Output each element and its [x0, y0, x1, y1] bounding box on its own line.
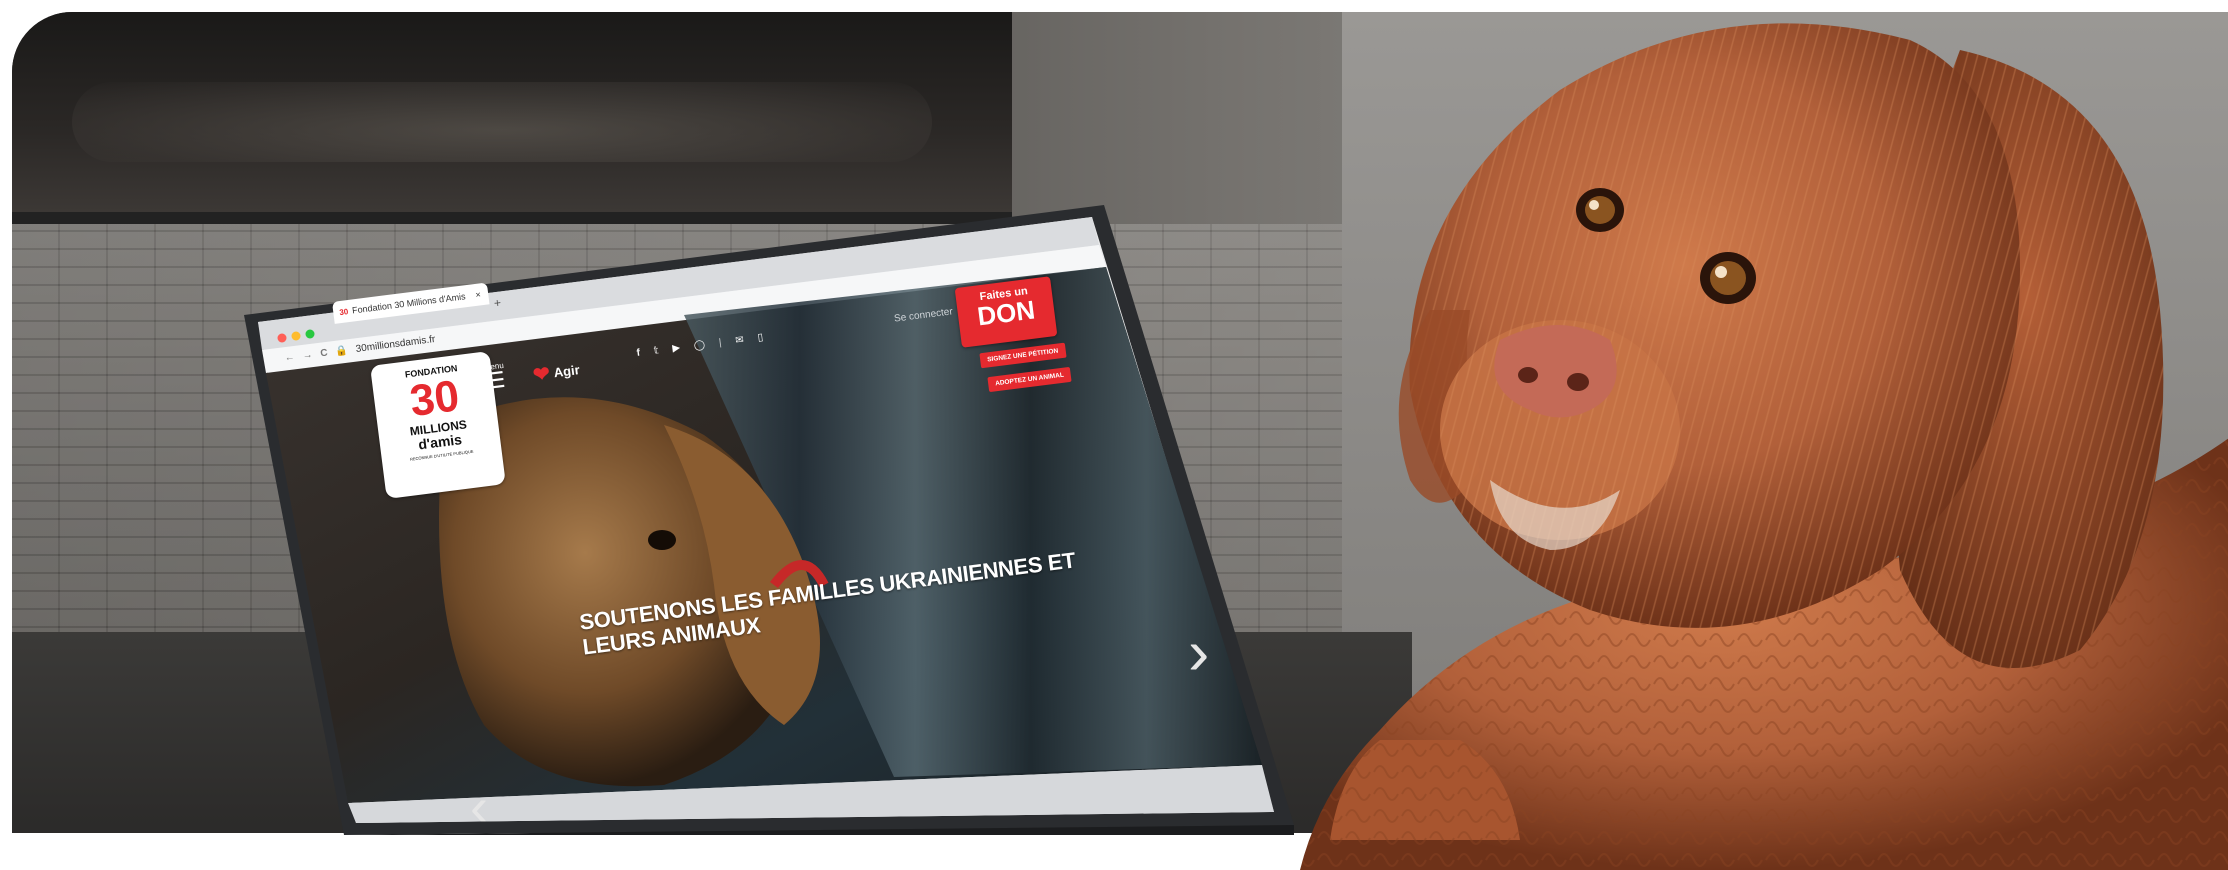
agir-label: Agir [552, 362, 581, 381]
twitter-icon[interactable]: 𝕥 [653, 345, 659, 356]
fireplace-logs [72, 82, 932, 162]
facebook-icon[interactable]: f [636, 348, 641, 359]
carousel-prev-arrow[interactable]: ‹ [470, 780, 488, 834]
dog [1300, 23, 2228, 870]
lock-icon: 🔒 [334, 345, 349, 358]
hamburger-icon: ☰ [484, 366, 507, 395]
instagram-icon[interactable]: ◯ [693, 339, 705, 351]
carousel-next-arrow[interactable]: › [1188, 620, 1209, 684]
tab-close-button[interactable]: × [475, 289, 481, 300]
forward-button[interactable]: → [302, 349, 313, 361]
reload-button[interactable]: C [320, 348, 329, 360]
back-button[interactable]: ← [284, 352, 295, 364]
social-divider: | [718, 337, 723, 349]
youtube-icon[interactable]: ▶ [672, 343, 681, 355]
donate-button[interactable]: Faites un DON [954, 276, 1058, 348]
tab-favicon: 30 [338, 306, 349, 317]
fireplace [12, 12, 1012, 224]
heart-icon: ❤ [531, 362, 552, 387]
menu-button[interactable]: menu ☰ [483, 361, 507, 395]
mail-icon[interactable]: ✉ [735, 334, 745, 346]
